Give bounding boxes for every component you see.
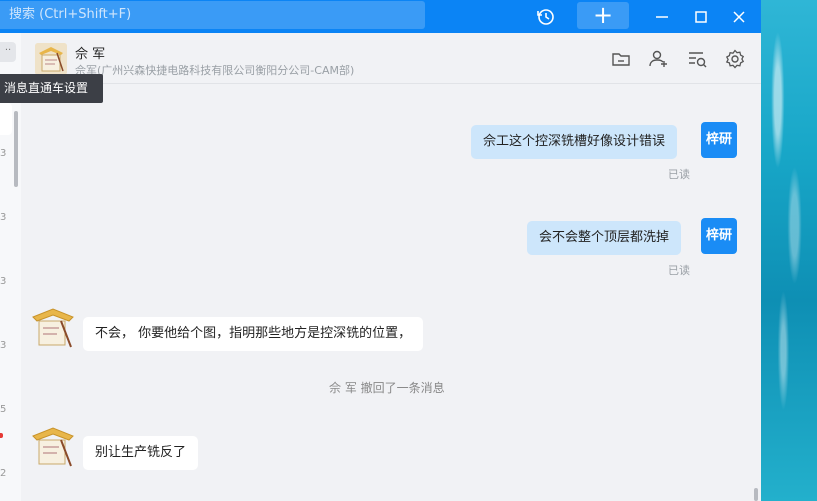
search-input[interactable]: 搜索 (Ctrl+Shift+F): [0, 1, 425, 29]
list-item-count: 3: [0, 212, 7, 223]
my-avatar[interactable]: 梓研: [701, 122, 737, 158]
chat-header: 佘 军 佘军(广州兴森快捷电路科技有限公司衡阳分公司-CAM部): [21, 33, 761, 84]
scrollbar[interactable]: [14, 111, 18, 187]
contact-avatar[interactable]: [35, 43, 67, 75]
message-bubble[interactable]: 佘工这个控深铣槽好像设计错误: [471, 125, 678, 159]
list-item-count: 3: [0, 148, 7, 159]
read-status: 已读: [668, 168, 690, 181]
tooltip: 消息直通车设置: [0, 74, 103, 103]
add-user-icon[interactable]: [649, 49, 669, 69]
contact-name: 佘 军: [75, 47, 106, 62]
contact-avatar[interactable]: [31, 426, 75, 470]
system-message: 佘 军 撤回了一条消息: [329, 381, 445, 395]
add-button[interactable]: +: [577, 2, 629, 29]
list-item-count: 3: [0, 340, 7, 351]
settings-icon[interactable]: [725, 49, 745, 69]
list-item-count: 3: [0, 276, 7, 287]
chat-panel: 佘 军 佘军(广州兴森快捷电路科技有限公司衡阳分公司-CAM部) 佘工这个控深铣…: [21, 33, 761, 501]
my-avatar[interactable]: 梓研: [701, 218, 737, 254]
maximize-icon[interactable]: [689, 0, 713, 33]
contact-subtitle: 佘军(广州兴森快捷电路科技有限公司衡阳分公司-CAM部): [75, 64, 355, 77]
list-item-count: 2: [0, 468, 7, 479]
desktop-background: [761, 0, 817, 501]
message-bubble[interactable]: 别让生产铣反了: [83, 436, 199, 470]
minimize-icon[interactable]: [650, 0, 674, 33]
contact-avatar[interactable]: [31, 307, 75, 351]
history-icon[interactable]: [533, 0, 559, 33]
close-icon[interactable]: [727, 0, 751, 33]
more-button[interactable]: ··: [0, 42, 16, 62]
conversation-list-strip: ·· 3 3 3 3 5 2: [0, 33, 21, 501]
read-status: 已读: [668, 264, 690, 277]
conversation-item[interactable]: [0, 103, 12, 135]
message-bubble[interactable]: 不会， 你要他给个图，指明那些地方是控深铣的位置，: [83, 317, 424, 351]
folder-icon[interactable]: [611, 49, 631, 69]
unread-dot: [0, 433, 3, 438]
message-bubble[interactable]: 会不会整个顶层都洗掉: [527, 221, 682, 255]
chat-scrollbar[interactable]: [754, 488, 758, 501]
list-item-count: 5: [0, 404, 7, 415]
title-bar: 搜索 (Ctrl+Shift+F) +: [0, 0, 761, 33]
search-history-icon[interactable]: [687, 49, 707, 69]
